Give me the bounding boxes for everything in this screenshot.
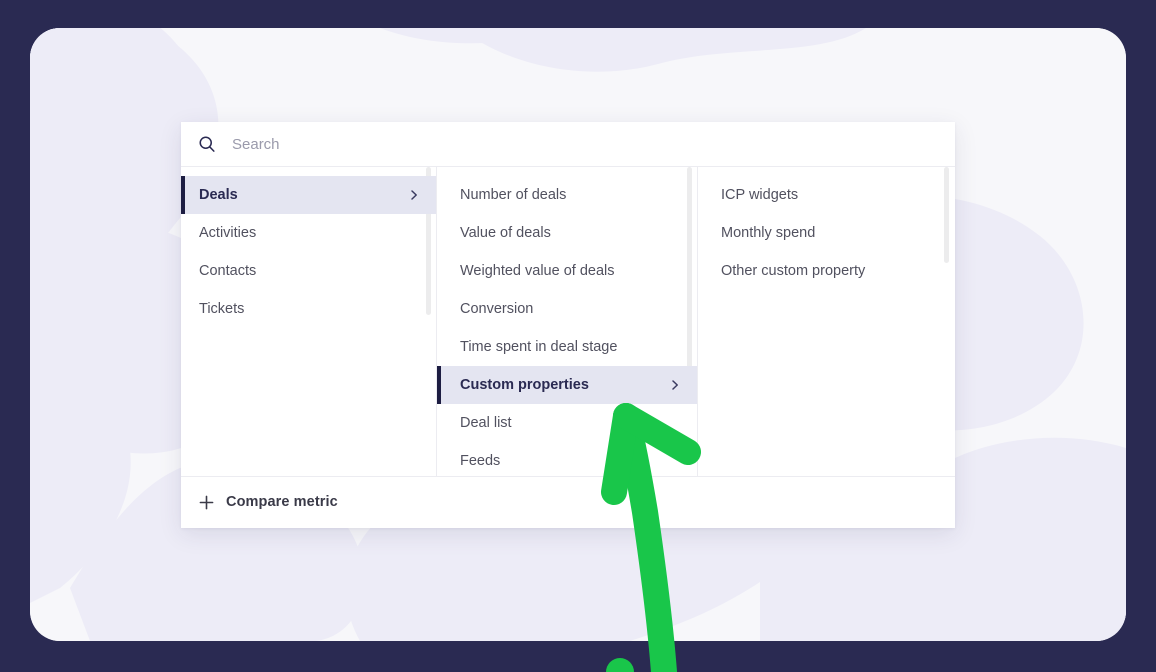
menu-item-label: Feeds (460, 453, 501, 469)
menu-item-deal-list[interactable]: Deal list (437, 404, 697, 442)
menu-item-conversion[interactable]: Conversion (437, 290, 697, 328)
compare-metric-button[interactable]: Compare metric (181, 476, 955, 527)
menu-item-label: Deals (199, 187, 238, 203)
menu-column-metrics: Number of deals Value of deals Weighted … (437, 167, 698, 476)
menu-item-activities[interactable]: Activities (181, 214, 436, 252)
menu-item-label: Other custom property (721, 263, 866, 279)
menu-item-icp-widgets[interactable]: ICP widgets (698, 176, 954, 214)
arrow-tail-dot (606, 658, 634, 672)
search-input[interactable] (232, 135, 652, 153)
chevron-right-icon (672, 380, 678, 390)
screenshot-stage: Deals Activities Contacts Tickets (0, 0, 1156, 672)
menu-item-tickets[interactable]: Tickets (181, 290, 436, 328)
menu-item-contacts[interactable]: Contacts (181, 252, 436, 290)
compare-metric-label: Compare metric (226, 494, 338, 510)
menu-item-feeds[interactable]: Feeds (437, 442, 697, 480)
menu-item-label: Time spent in deal stage (460, 339, 618, 355)
menu-item-label: ICP widgets (721, 187, 799, 203)
menu-item-label: Number of deals (460, 187, 567, 203)
metric-picker-panel: Deals Activities Contacts Tickets (181, 122, 955, 528)
menu-item-label: Monthly spend (721, 225, 816, 241)
menu-item-label: Weighted value of deals (460, 263, 615, 279)
menu-item-label: Deal list (460, 415, 512, 431)
menu-item-deals[interactable]: Deals (181, 176, 436, 214)
menu-columns: Deals Activities Contacts Tickets Number… (181, 167, 955, 476)
menu-item-monthly-spend[interactable]: Monthly spend (698, 214, 954, 252)
menu-item-label: Value of deals (460, 225, 551, 241)
menu-item-label: Tickets (199, 301, 245, 317)
menu-item-other-custom-property[interactable]: Other custom property (698, 252, 954, 290)
menu-item-time-spent-in-deal-stage[interactable]: Time spent in deal stage (437, 328, 697, 366)
menu-item-weighted-value-of-deals[interactable]: Weighted value of deals (437, 252, 697, 290)
menu-item-value-of-deals[interactable]: Value of deals (437, 214, 697, 252)
chevron-right-icon (411, 190, 417, 200)
menu-item-number-of-deals[interactable]: Number of deals (437, 176, 697, 214)
menu-item-custom-properties[interactable]: Custom properties (437, 366, 697, 404)
menu-column-entities: Deals Activities Contacts Tickets (181, 167, 437, 476)
menu-item-label: Custom properties (460, 377, 589, 393)
search-icon (199, 136, 215, 152)
menu-item-label: Conversion (460, 301, 534, 317)
menu-column-custom-properties: ICP widgets Monthly spend Other custom p… (698, 167, 954, 476)
menu-item-label: Contacts (199, 263, 257, 279)
search-row (181, 122, 955, 167)
plus-icon (199, 495, 214, 509)
menu-item-label: Activities (199, 225, 257, 241)
